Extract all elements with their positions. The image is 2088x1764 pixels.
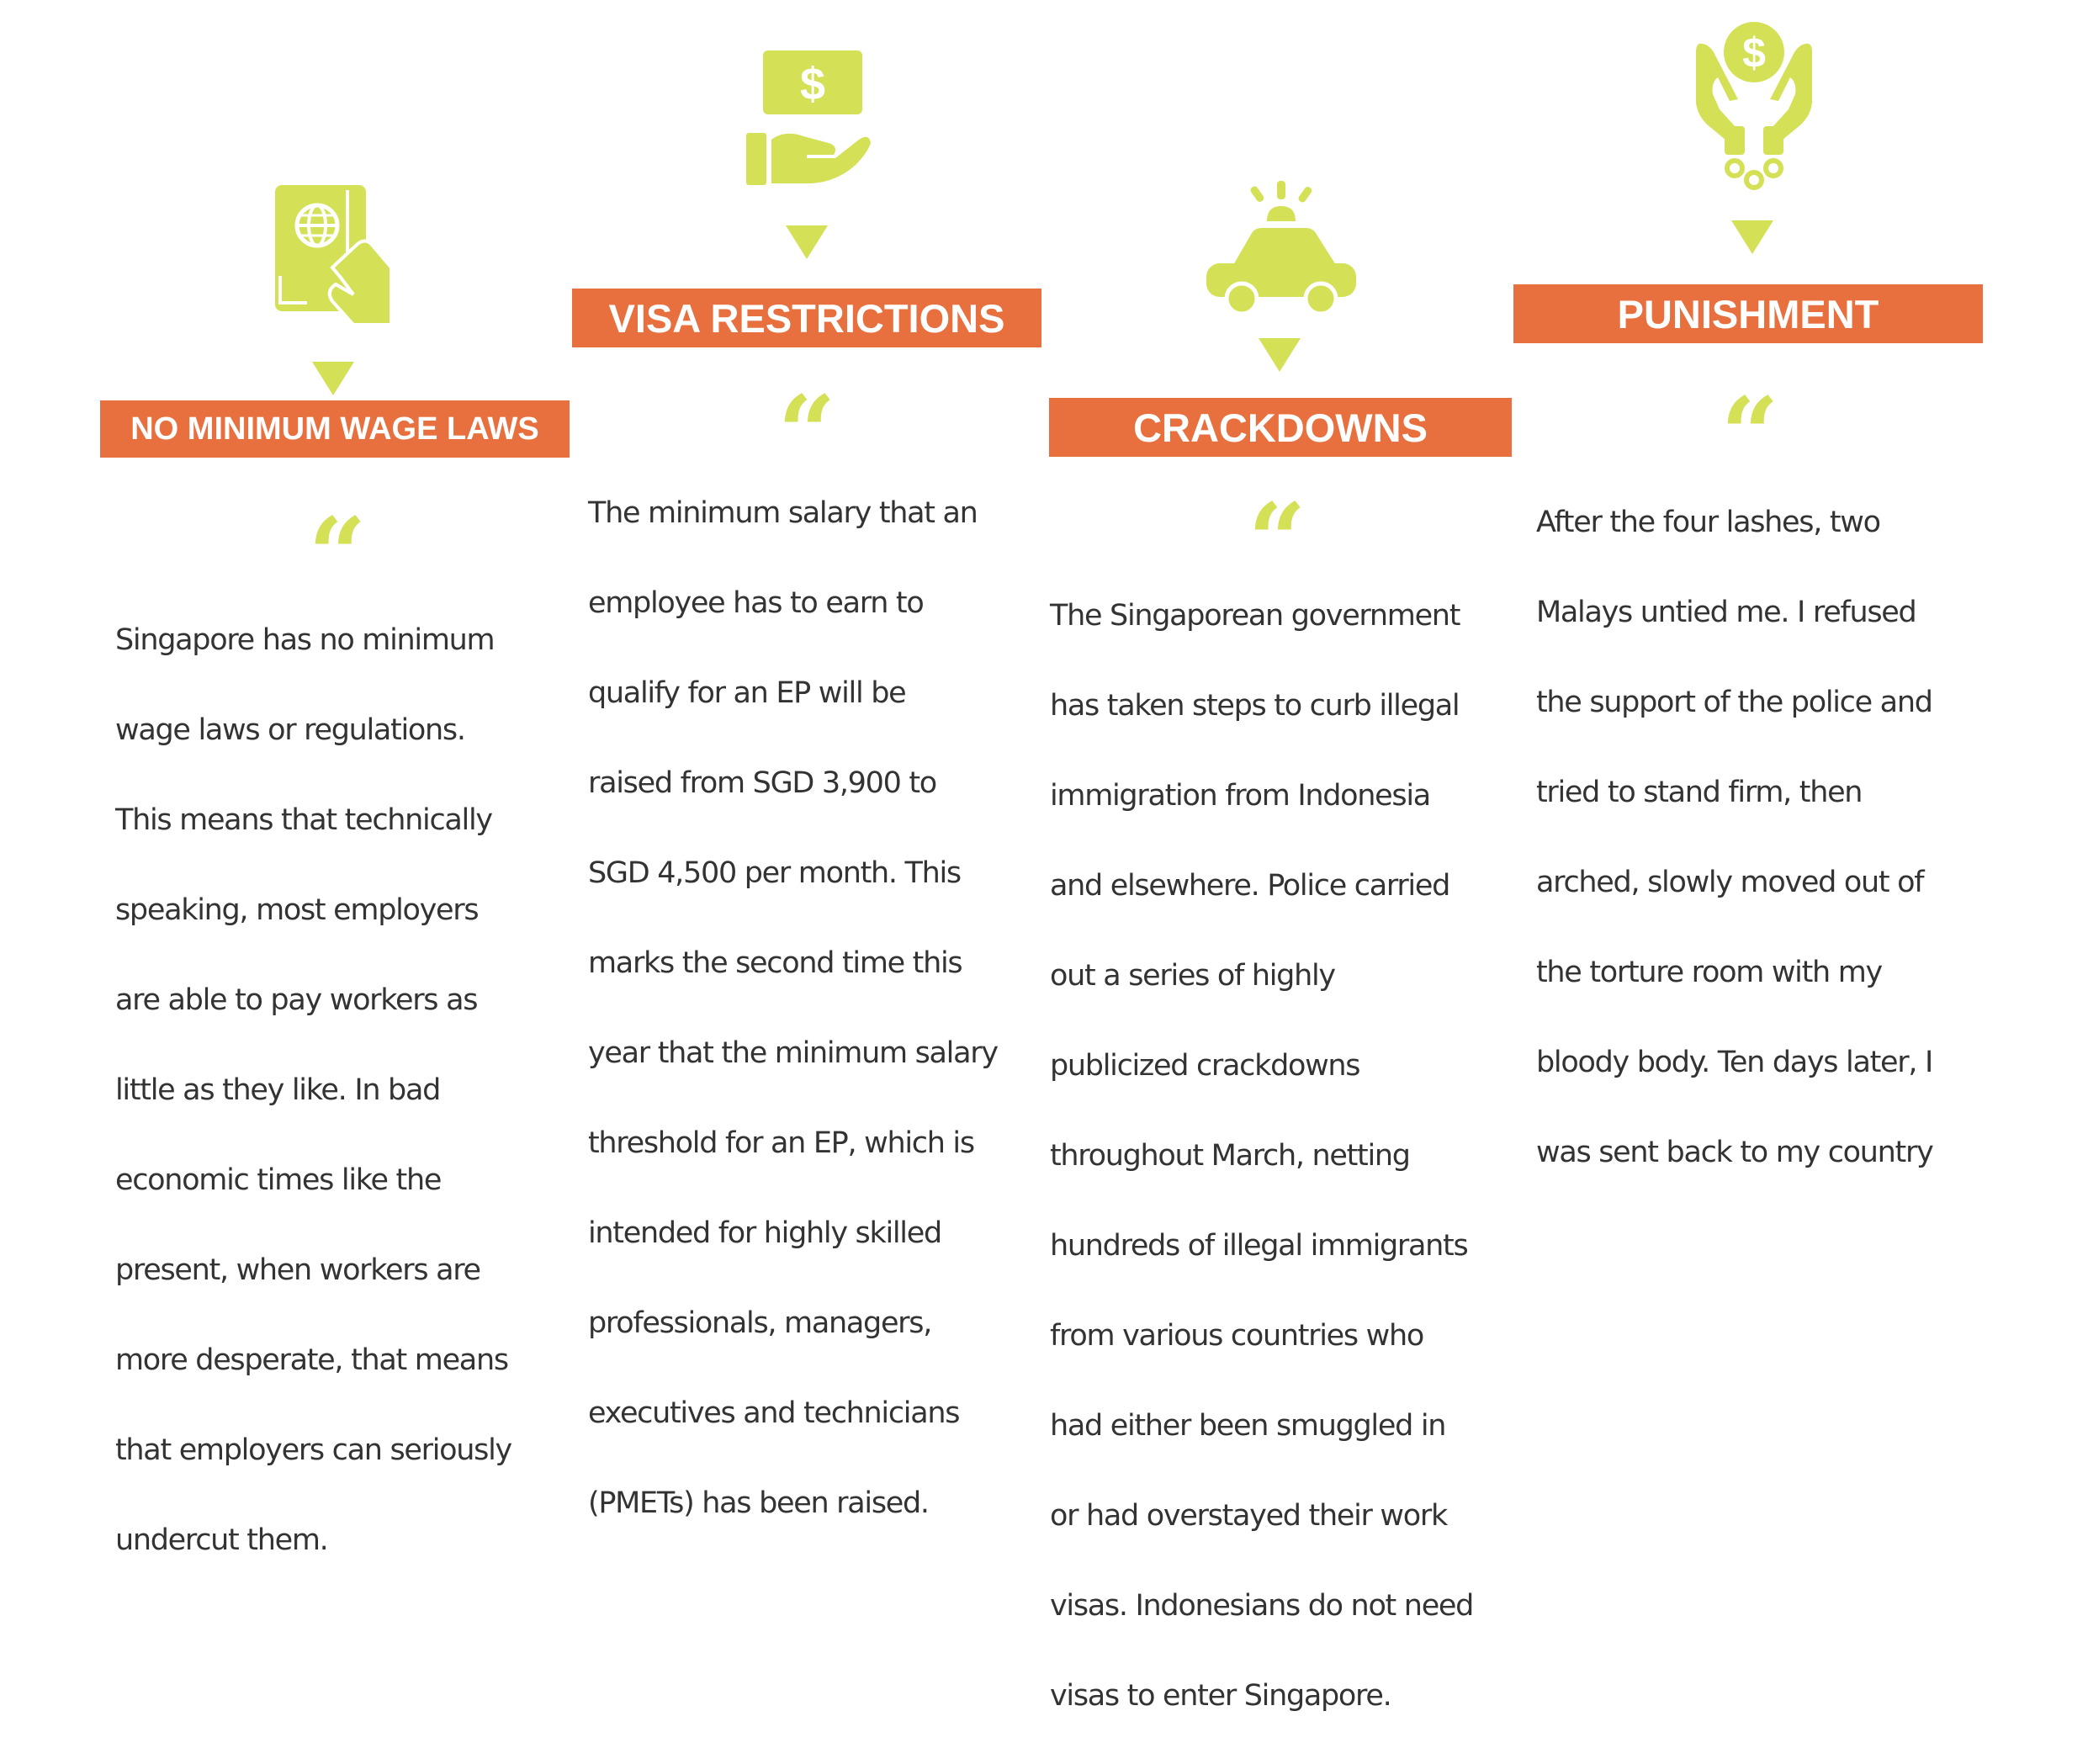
text-line: publicized crackdowns: [1050, 1048, 1361, 1083]
text-line: (PMETs) has been raised.: [588, 1486, 930, 1520]
passport-icon: [273, 183, 395, 326]
text-line: professionals, managers,: [588, 1306, 932, 1340]
text-line: had either been smuggled in: [1050, 1408, 1446, 1443]
text-line: from various countries who: [1050, 1318, 1424, 1353]
text-line: economic times like the: [115, 1163, 442, 1197]
text-line: immigration from Indonesia: [1050, 778, 1431, 813]
column-text: Singapore has no minimum wage laws or re…: [115, 573, 512, 1608]
text-line: bloody body. Ten days later, I: [1536, 1045, 1933, 1079]
text-line: throughout March, netting: [1050, 1138, 1411, 1173]
text-line: undercut them.: [115, 1523, 329, 1557]
text-line: SGD 4,500 per month. This: [588, 856, 962, 890]
text-line: raised from SGD 3,900 to: [588, 765, 937, 800]
hand-holding-money-icon: $: [745, 49, 871, 188]
quote-mark-icon: “: [1248, 490, 1306, 558]
text-line: are able to pay workers as: [115, 983, 478, 1017]
svg-text:$: $: [1742, 29, 1766, 77]
text-line: employee has to earn to: [588, 585, 925, 620]
down-arrow-icon: [786, 225, 828, 259]
text-line: This means that technically: [115, 803, 493, 837]
banner-visa-restrictions: VISA RESTRICTIONS: [572, 289, 1041, 347]
down-arrow-icon: [1259, 338, 1301, 372]
banner-title: CRACKDOWNS: [1133, 405, 1428, 450]
text-line: Singapore has no minimum: [115, 622, 496, 657]
text-line: little as they like. In bad: [115, 1073, 441, 1107]
text-line: or had overstayed their work: [1050, 1498, 1448, 1533]
quote-mark-icon: “: [777, 383, 836, 450]
quote-mark-icon: “: [1720, 384, 1779, 452]
text-line: more desperate, that means: [115, 1343, 509, 1377]
banner-title: PUNISHMENT: [1617, 291, 1879, 336]
text-line: present, when workers are: [115, 1253, 481, 1287]
down-arrow-icon: [312, 362, 354, 395]
column-text: The minimum salary that an employee has …: [588, 446, 999, 1571]
banner-crackdowns: CRACKDOWNS: [1049, 398, 1512, 457]
text-line: tried to stand firm, then: [1536, 775, 1863, 809]
text-line: was sent back to my country: [1536, 1135, 1934, 1169]
column-text: After the four lashes, two Malays untied…: [1536, 455, 1934, 1221]
text-line: executives and technicians: [588, 1396, 960, 1430]
text-line: speaking, most employers: [115, 893, 480, 927]
text-line: The minimum salary that an: [588, 495, 978, 530]
svg-text:$: $: [800, 59, 825, 109]
handcuffs-money-icon: $: [1691, 19, 1817, 191]
text-line: Malays untied me. I refused: [1536, 595, 1917, 629]
banner-no-minimum-wage-laws: NO MINIMUM WAGE LAWS: [100, 400, 570, 458]
text-line: year that the minimum salary: [588, 1036, 999, 1070]
text-line: out a series of highly: [1050, 958, 1336, 993]
text-line: hundreds of illegal immigrants: [1050, 1228, 1469, 1263]
text-line: and elsewhere. Police carried: [1050, 868, 1450, 903]
text-line: visas. Indonesians do not need: [1050, 1588, 1474, 1623]
text-line: The Singaporean government: [1050, 598, 1460, 633]
down-arrow-icon: [1731, 220, 1773, 254]
text-line: arched, slowly moved out of: [1536, 865, 1925, 899]
banner-title: VISA RESTRICTIONS: [608, 295, 1005, 341]
quote-mark-icon: “: [308, 505, 367, 572]
text-line: the support of the police and: [1536, 685, 1933, 719]
column-text: The Singaporean government has taken ste…: [1050, 548, 1474, 1764]
text-line: marks the second time this: [588, 946, 963, 980]
police-car-icon: [1201, 181, 1361, 315]
text-line: wage laws or regulations.: [115, 712, 466, 747]
text-line: the torture room with my: [1536, 955, 1883, 989]
text-line: qualify for an EP will be: [588, 675, 907, 710]
text-line: has taken steps to curb illegal: [1050, 688, 1460, 723]
text-line: threshold for an EP, which is: [588, 1126, 975, 1160]
banner-punishment: PUNISHMENT: [1513, 284, 1983, 343]
banner-title: NO MINIMUM WAGE LAWS: [130, 411, 539, 447]
text-line: visas to enter Singapore.: [1050, 1678, 1392, 1713]
text-line: that employers can seriously: [115, 1433, 512, 1467]
text-line: After the four lashes, two: [1536, 505, 1881, 539]
text-line: intended for highly skilled: [588, 1216, 942, 1250]
